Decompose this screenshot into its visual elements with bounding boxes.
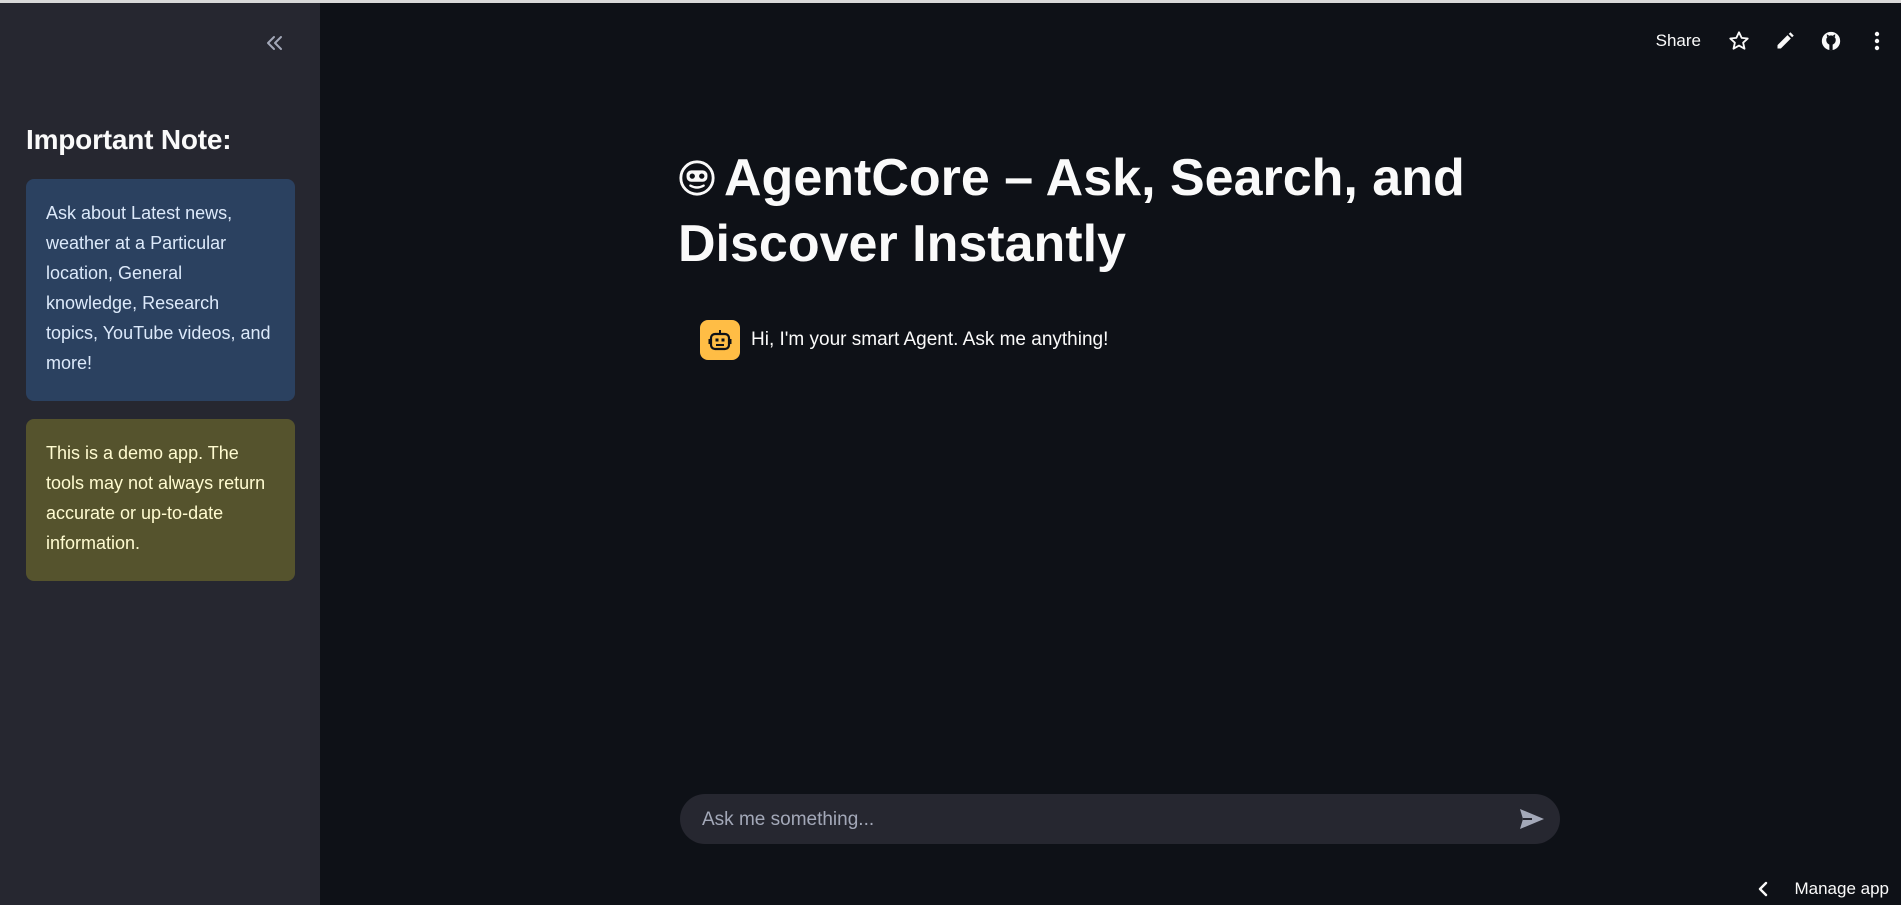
page-title: AgentCore – Ask, Search, and Discover In… (678, 145, 1478, 277)
warning-note: This is a demo app. The tools may not al… (26, 419, 295, 581)
star-button[interactable] (1727, 29, 1751, 53)
pencil-icon (1777, 32, 1794, 49)
more-vertical-icon (1874, 31, 1880, 51)
page-title-text: AgentCore – Ask, Search, and Discover In… (678, 149, 1465, 273)
sidebar-title: Important Note: (26, 124, 232, 155)
chat-input-container (680, 794, 1560, 846)
send-button[interactable] (1518, 806, 1546, 832)
assistant-message-text: Hi, I'm your smart Agent. Ask me anythin… (751, 329, 1109, 350)
bot-icon (708, 330, 732, 351)
sidebar: Important Note: Ask about Latest news, w… (0, 3, 320, 905)
chat-input[interactable] (700, 794, 1484, 846)
info-note: Ask about Latest news, weather at a Part… (26, 179, 295, 401)
edit-button[interactable] (1773, 29, 1797, 53)
share-button[interactable]: Share (1656, 31, 1701, 51)
header-actions: Share (1656, 24, 1901, 58)
robot-face-emoji-icon (679, 160, 715, 196)
chevron-left-icon (1759, 881, 1768, 897)
github-icon (1821, 31, 1841, 51)
github-button[interactable] (1819, 29, 1843, 53)
manage-app-label: Manage app (1794, 879, 1889, 898)
send-icon (1520, 809, 1544, 829)
double-chevron-left-icon (267, 36, 282, 50)
collapse-sidebar-button[interactable] (262, 30, 288, 56)
assistant-message: Hi, I'm your smart Agent. Ask me anythin… (700, 320, 1108, 360)
star-icon (1729, 31, 1749, 50)
more-options-button[interactable] (1865, 29, 1889, 53)
assistant-avatar (700, 320, 740, 360)
manage-app-button[interactable]: Manage app (1758, 879, 1889, 899)
